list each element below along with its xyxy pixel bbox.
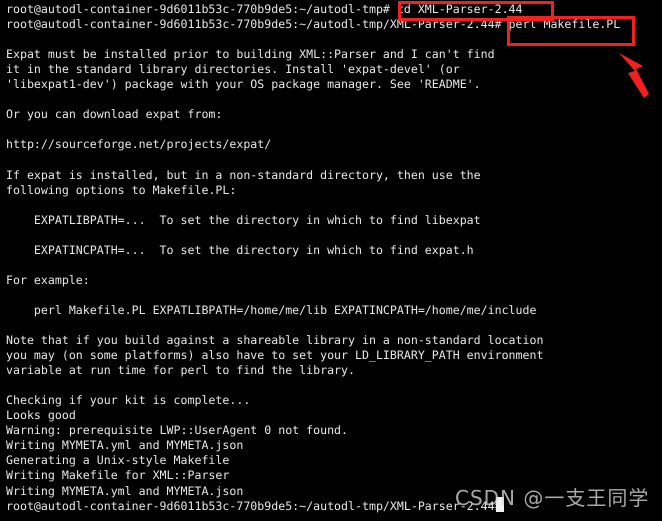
- terminal-line: you may (on some platforms) also have to…: [6, 348, 544, 363]
- terminal-line: Or you can download expat from:: [6, 107, 223, 122]
- terminal-line: EXPATINCPATH=... To set the directory in…: [6, 242, 474, 257]
- terminal-line: following options to Makefile.PL:: [6, 182, 237, 197]
- terminal-cursor: [496, 497, 504, 512]
- terminal-line: Checking if your kit is complete...: [6, 393, 251, 408]
- terminal-line: root@autodl-container-9d6011b53c-770b9de…: [6, 2, 523, 16]
- terminal-line: it in the standard library directories. …: [6, 62, 460, 77]
- terminal-line: Generating a Unix-style Makefile: [6, 453, 230, 468]
- terminal-window[interactable]: root@autodl-container-9d6011b53c-770b9de…: [0, 0, 662, 521]
- terminal-line: EXPATLIBPATH=... To set the directory in…: [6, 212, 481, 227]
- terminal-line: Note that if you build against a shareab…: [6, 333, 544, 348]
- terminal-line: root@autodl-container-9d6011b53c-770b9de…: [6, 17, 621, 32]
- terminal-line: Expat must be installed prior to buildin…: [6, 47, 495, 62]
- terminal-line: Warning: prerequisite LWP::UserAgent 0 n…: [6, 423, 349, 438]
- terminal-line: Looks good: [6, 408, 76, 423]
- terminal-line: variable at run time for perl to find th…: [6, 363, 356, 378]
- terminal-line: Writing MYMETA.yml and MYMETA.json: [6, 438, 244, 453]
- terminal-line: Writing Makefile for XML::Parser: [6, 468, 230, 483]
- terminal-line: If expat is installed, but in a non-stan…: [6, 167, 481, 182]
- terminal-line-url: http://sourceforge.net/projects/expat/: [6, 137, 272, 152]
- terminal-line: 'libexpat1-dev') package with your OS pa…: [6, 77, 481, 92]
- terminal-prompt-line: root@autodl-container-9d6011b53c-770b9de…: [6, 498, 502, 513]
- terminal-line: perl Makefile.PL EXPATLIBPATH=/home/me/l…: [6, 302, 537, 317]
- terminal-line: Writing MYMETA.yml and MYMETA.json: [6, 483, 244, 498]
- terminal-line: For example:: [6, 272, 90, 287]
